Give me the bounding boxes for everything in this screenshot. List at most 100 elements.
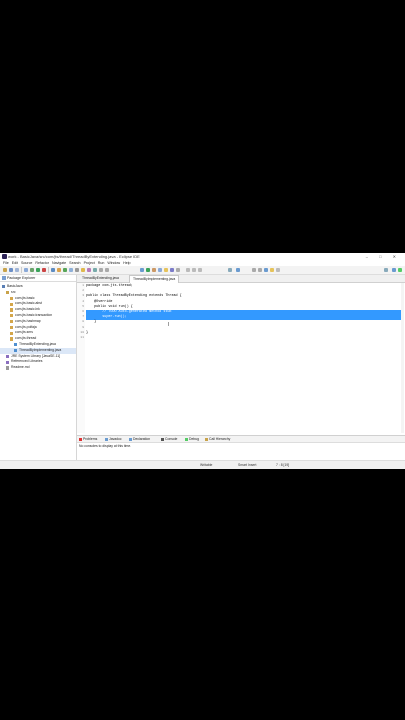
bottom-tab-label: Console bbox=[165, 437, 178, 441]
new-java-project-icon[interactable] bbox=[51, 268, 55, 272]
run-icon[interactable] bbox=[36, 268, 40, 272]
tree-item[interactable]: Readme.md bbox=[0, 365, 76, 371]
package-explorer-label: Package Explorer bbox=[7, 276, 36, 280]
line-number: 11 bbox=[80, 336, 84, 339]
title-bar: work - BasicJava/src/com/jts/thread/Thre… bbox=[0, 253, 405, 260]
toggle-mark-icon[interactable] bbox=[81, 268, 85, 272]
run-as-icon[interactable] bbox=[140, 268, 144, 272]
menu-item-source[interactable]: Source bbox=[21, 261, 32, 265]
tab-javadoc[interactable]: Javadoc bbox=[105, 436, 122, 442]
status-insert-mode: Smart Insert bbox=[238, 463, 257, 467]
tab-threadbyimplementing[interactable]: ThreadByImplementing.java bbox=[129, 275, 180, 283]
save-all-icon[interactable] bbox=[15, 268, 19, 272]
minimize-icon[interactable] bbox=[252, 268, 256, 272]
code-line[interactable]: package com.jts.thread; bbox=[86, 284, 133, 289]
annotation-icon[interactable] bbox=[87, 268, 91, 272]
menu-item-navigate[interactable]: Navigate bbox=[52, 261, 66, 265]
javadoc-icon bbox=[105, 437, 108, 441]
line-number: 8 bbox=[82, 320, 84, 324]
package-icon bbox=[10, 331, 14, 335]
toolbar bbox=[0, 266, 405, 275]
line-number: 1 bbox=[82, 284, 84, 287]
menu-item-refactor[interactable]: Refactor bbox=[35, 261, 49, 265]
status-cursor-position: 7 : 8 [19] bbox=[276, 463, 290, 467]
java-file-icon bbox=[14, 349, 18, 353]
tab-debug[interactable]: Debug bbox=[185, 436, 199, 442]
pin-icon[interactable] bbox=[176, 268, 180, 272]
editor-tab-label: ThreadByExtending.java bbox=[82, 276, 119, 280]
line-number: 4 bbox=[82, 299, 84, 303]
debug-icon[interactable] bbox=[30, 268, 34, 272]
eclipse-window: work - BasicJava/src/com/jts/thread/Thre… bbox=[0, 253, 405, 469]
line-number: 5 bbox=[82, 304, 84, 308]
menu-item-file[interactable]: File bbox=[3, 261, 9, 265]
save-icon[interactable] bbox=[9, 268, 13, 272]
external-tools-icon[interactable] bbox=[158, 268, 162, 272]
java-perspective-icon[interactable] bbox=[236, 268, 240, 272]
package-icon bbox=[10, 325, 14, 330]
package-icon bbox=[10, 302, 14, 306]
source-folder-icon bbox=[6, 291, 10, 295]
java-ee-perspective-icon[interactable] bbox=[392, 268, 396, 272]
perspective-icon[interactable] bbox=[228, 268, 232, 272]
menu-item-edit[interactable]: Edit bbox=[12, 261, 18, 265]
editor-tabs: ThreadByExtending.java ThreadByImplement… bbox=[77, 275, 405, 283]
tab-declaration[interactable]: Declaration bbox=[129, 436, 150, 442]
run-last-icon[interactable] bbox=[146, 268, 150, 272]
back-icon[interactable] bbox=[99, 268, 103, 272]
outline-icon[interactable] bbox=[264, 268, 268, 272]
menu-item-run[interactable]: Run bbox=[98, 261, 105, 265]
open-type-icon[interactable] bbox=[69, 268, 73, 272]
package-icon bbox=[10, 296, 14, 301]
console-icon bbox=[161, 437, 164, 441]
call-hierarchy-icon bbox=[205, 437, 208, 441]
tab-problems[interactable]: Problems bbox=[79, 436, 97, 442]
bottom-panel: Problems Javadoc Declaration Console Debug Ca… bbox=[77, 435, 405, 461]
toolbar-separator bbox=[48, 267, 49, 273]
package-icon bbox=[10, 314, 14, 318]
menu-item-help[interactable]: Help bbox=[123, 261, 130, 265]
view-menu-icon[interactable] bbox=[276, 268, 280, 272]
package-tree: BasicJava src com.jts.basic com.jts.basic.a… bbox=[0, 282, 76, 371]
terminal-icon[interactable] bbox=[24, 268, 28, 272]
menu-item-project[interactable]: Project bbox=[84, 261, 95, 265]
menu-item-window[interactable]: Window bbox=[107, 261, 120, 265]
stop-icon[interactable] bbox=[42, 268, 46, 272]
last-edit-icon[interactable] bbox=[186, 268, 190, 272]
file-icon bbox=[6, 366, 10, 370]
search-icon[interactable] bbox=[75, 268, 79, 272]
package-explorer-panel: Package Explorer BasicJava src com.jts.bas… bbox=[0, 275, 77, 460]
forward-icon[interactable] bbox=[105, 268, 109, 272]
debug-perspective-icon[interactable] bbox=[398, 268, 402, 272]
tab-package-explorer[interactable]: Package Explorer bbox=[0, 275, 76, 282]
next-annotation-icon[interactable] bbox=[93, 268, 97, 272]
new-class-icon[interactable] bbox=[63, 268, 67, 272]
open-perspective-icon[interactable] bbox=[170, 268, 174, 272]
line-number: 3 bbox=[82, 294, 84, 298]
tab-console[interactable]: Console bbox=[161, 436, 177, 442]
menu-item-search[interactable]: Search bbox=[69, 261, 80, 265]
library-icon bbox=[6, 354, 10, 359]
task-list-icon[interactable] bbox=[270, 268, 274, 272]
coverage-icon[interactable] bbox=[152, 268, 156, 272]
window-controls[interactable]: – □ ✕ bbox=[366, 253, 401, 260]
line-number: 7 bbox=[82, 315, 84, 319]
tab-call-hierarchy[interactable]: Call Hierarchy bbox=[205, 436, 230, 442]
code-line-selected[interactable]: super.run(); bbox=[86, 315, 404, 321]
nav-forward-icon[interactable] bbox=[198, 268, 202, 272]
maximize-icon[interactable] bbox=[258, 268, 262, 272]
console-message: No consoles to display at this time. bbox=[79, 444, 132, 448]
new-package-icon[interactable] bbox=[57, 268, 61, 272]
code-editor[interactable]: ThreadByExtending.java ThreadByImplement… bbox=[77, 275, 405, 435]
quick-access-icon[interactable] bbox=[384, 268, 388, 272]
new-wizard-icon[interactable] bbox=[164, 268, 168, 272]
editor-scrollbar[interactable] bbox=[401, 283, 404, 433]
nav-back-icon[interactable] bbox=[192, 268, 196, 272]
problems-icon bbox=[79, 437, 82, 441]
new-icon[interactable] bbox=[3, 268, 7, 272]
tab-threadbyextending[interactable]: ThreadByExtending.java bbox=[79, 275, 122, 282]
package-icon bbox=[10, 337, 14, 341]
debug-icon bbox=[185, 437, 188, 441]
code-line[interactable]: } bbox=[86, 331, 88, 336]
code-line[interactable]: } bbox=[86, 320, 96, 325]
